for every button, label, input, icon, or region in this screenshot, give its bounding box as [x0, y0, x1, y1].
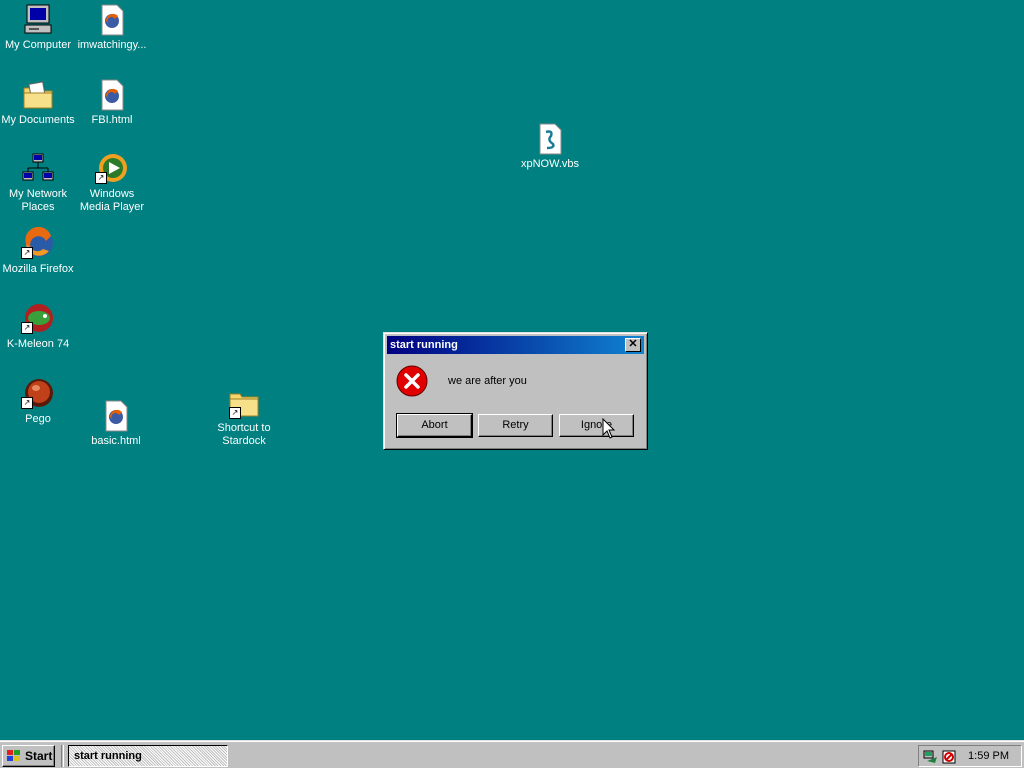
dialog-title: start running [390, 339, 458, 351]
shortcut-arrow-icon: ↗ [21, 322, 33, 334]
taskbar-item-label: start running [74, 750, 142, 762]
firefox-html-icon [101, 79, 124, 111]
desktop-icon-label: K-Meleon 74 [6, 338, 70, 350]
desktop-icon-mozilla-firefox[interactable]: ↗ Mozilla Firefox [1, 227, 75, 276]
desktop-icon-windows-media-player[interactable]: ↗ Windows Media Player [75, 152, 149, 214]
clock: 1:59 PM [968, 750, 1009, 762]
desktop-icon-basic-html[interactable]: basic.html [79, 399, 153, 448]
desktop-icon-label: basic.html [91, 435, 141, 447]
desktop-icon-label: My Documents [1, 114, 75, 126]
folder-documents-icon [23, 81, 53, 109]
start-button[interactable]: Start [2, 745, 55, 767]
ignore-button[interactable]: Ignore [559, 414, 634, 437]
desktop-icon-label: Windows Media Player [79, 188, 145, 213]
taskbar: Start start running 1:59 PM [0, 740, 1024, 768]
retry-button[interactable]: Retry [478, 414, 553, 437]
desktop-icon-label: My Computer [4, 39, 72, 51]
system-tray: 1:59 PM [918, 745, 1022, 767]
desktop-icon-label: Pego [25, 413, 51, 425]
desktop-icon-label: FBI.html [91, 114, 133, 126]
shortcut-arrow-icon: ↗ [21, 247, 33, 259]
vbs-script-icon [539, 123, 562, 155]
security-tray-icon[interactable] [941, 749, 957, 765]
desktop-icon-my-network-places[interactable]: My Network Places [1, 152, 75, 214]
mouse-cursor-icon [602, 418, 616, 439]
error-icon [396, 365, 428, 397]
desktop-icon-k-meleon[interactable]: ↗ K-Meleon 74 [1, 302, 75, 351]
desktop-icon-label: My Network Places [8, 188, 68, 213]
desktop-icon-label: Mozilla Firefox [2, 263, 74, 275]
firefox-html-icon [101, 4, 124, 36]
desktop-icon-fbi-html[interactable]: FBI.html [75, 78, 149, 127]
desktop-icon-xpnow-vbs[interactable]: xpNOW.vbs [513, 122, 587, 171]
desktop-icon-pego[interactable]: ↗ Pego [1, 377, 75, 426]
network-tray-icon[interactable] [923, 749, 939, 765]
desktop-icon-shortcut-stardock[interactable]: ↗ Shortcut to Stardock [207, 386, 281, 448]
close-button[interactable]: ✕ [625, 338, 641, 352]
desktop-icon-label: Shortcut to Stardock [217, 422, 271, 447]
desktop-icon-my-computer[interactable]: My Computer [1, 3, 75, 52]
desktop-icon-imwatchingy[interactable]: imwatchingy... [75, 3, 149, 52]
taskbar-item-start-running[interactable]: start running [68, 745, 228, 767]
desktop-icon-label: imwatchingy... [77, 39, 147, 51]
abort-button[interactable]: Abort [396, 413, 473, 438]
start-label: Start [25, 749, 53, 763]
dialog-titlebar[interactable]: start running ✕ [387, 336, 644, 354]
taskbar-divider [61, 745, 64, 767]
desktop-icon-label: xpNOW.vbs [520, 158, 580, 170]
shortcut-arrow-icon: ↗ [21, 397, 33, 409]
shortcut-arrow-icon: ↗ [95, 172, 107, 184]
shortcut-arrow-icon: ↗ [229, 407, 241, 419]
windows-logo-icon [7, 750, 20, 761]
network-icon [22, 153, 54, 181]
close-icon: ✕ [628, 338, 638, 350]
firefox-html-icon [105, 400, 128, 432]
desktop-icon-my-documents[interactable]: My Documents [1, 78, 75, 127]
computer-icon [24, 4, 52, 34]
dialog-message: we are after you [448, 375, 527, 387]
